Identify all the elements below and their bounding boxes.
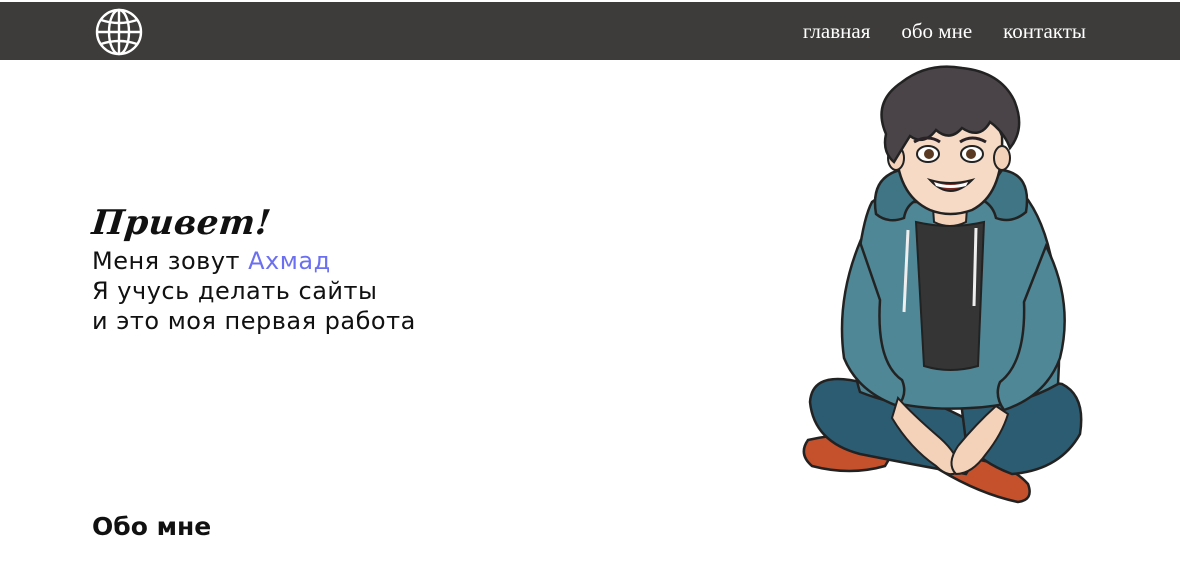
intro-line-3: и это моя первая работа [92, 307, 416, 335]
top-nav-bar: главная обо мне контакты [0, 2, 1180, 60]
hero-intro: Привет! Меня зовут Ахмад Я учусь делать … [89, 200, 612, 336]
nav-link-about[interactable]: обо мне [901, 19, 972, 44]
hero-illustration [802, 65, 1083, 504]
globe-icon[interactable] [94, 7, 144, 57]
about-section-title: Обо мне [92, 512, 212, 541]
nav-link-home[interactable]: главная [803, 19, 870, 44]
intro-line-2: Я учусь делать сайты [92, 277, 378, 305]
nav-link-contacts[interactable]: контакты [1003, 19, 1086, 44]
intro-prefix: Меня зовут [92, 247, 249, 275]
author-name: Ахмад [248, 247, 331, 275]
intro-line-1: Меня зовут Ахмад [92, 246, 612, 276]
main-nav: главная обо мне контакты [803, 2, 1086, 60]
hero-greeting: Привет! [89, 203, 274, 243]
